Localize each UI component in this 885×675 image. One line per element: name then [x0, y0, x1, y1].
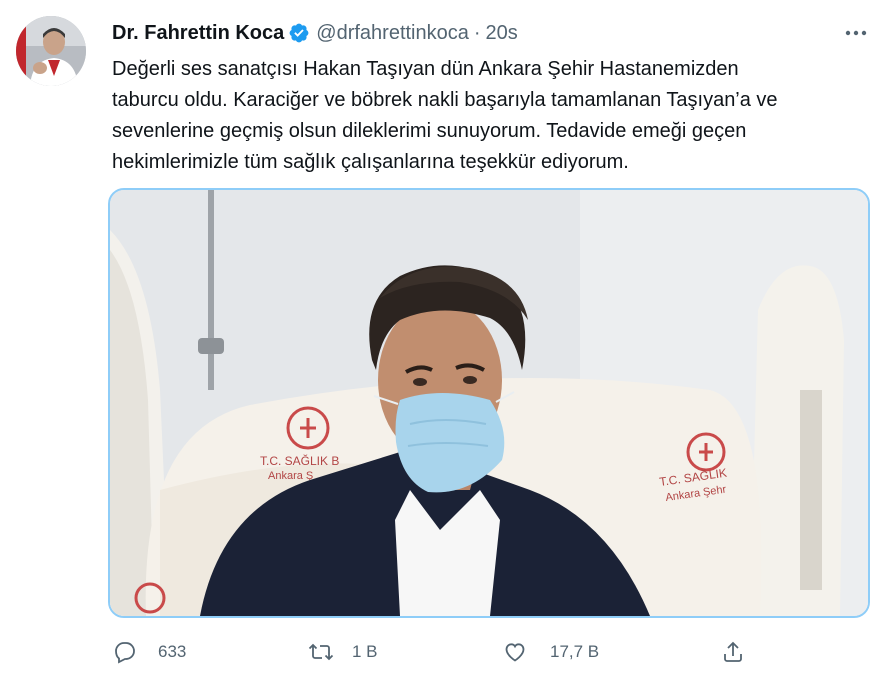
tweet-text-line: sevenlerine geçmiş olsun dileklerimi sun… — [112, 120, 747, 142]
tweet-actions: 633 1 B 17,7 B — [112, 636, 752, 668]
tweet-text-line: hekimlerimizle tüm sağlık çalışanlarına … — [112, 151, 629, 173]
separator-dot: · — [473, 22, 481, 44]
author-handle[interactable]: @drfahrettinkoca — [316, 19, 469, 47]
tweet-text: Değerli ses sanatçısı Hakan Taşıyan dün … — [112, 54, 872, 178]
reply-icon — [112, 639, 138, 665]
more-icon[interactable] — [843, 22, 869, 44]
tweet-text-line: taburcu oldu. Karaciğer ve böbrek nakli … — [112, 89, 778, 111]
heart-icon — [502, 639, 528, 665]
share-button[interactable] — [720, 636, 746, 668]
verified-badge-icon — [288, 22, 310, 44]
like-button[interactable]: 17,7 B — [502, 636, 599, 668]
tweet-header: Dr. Fahrettin Koca @drfahrettinkoca · 20… — [112, 19, 869, 47]
author-name[interactable]: Dr. Fahrettin Koca — [112, 19, 284, 47]
tweet-timestamp[interactable]: 20s — [486, 19, 518, 47]
reply-button[interactable]: 633 — [112, 636, 186, 668]
reply-count: 633 — [158, 642, 187, 661]
tweet-text-line: Değerli ses sanatçısı Hakan Taşıyan dün … — [112, 58, 739, 80]
like-count: 17,7 B — [550, 642, 600, 661]
avatar[interactable] — [16, 16, 86, 86]
retweet-button[interactable]: 1 B — [308, 636, 378, 668]
share-icon — [720, 639, 746, 665]
pillow-text: T.C. SAĞLIK B — [260, 453, 339, 468]
pillow-text: Ankara Ş — [268, 470, 313, 482]
tweet-media-photo[interactable]: T.C. SAĞLIK B Ankara Ş T.C. SAĞLIK Ankar… — [108, 188, 870, 618]
retweet-icon — [308, 639, 334, 665]
retweet-count: 1 B — [352, 642, 378, 661]
